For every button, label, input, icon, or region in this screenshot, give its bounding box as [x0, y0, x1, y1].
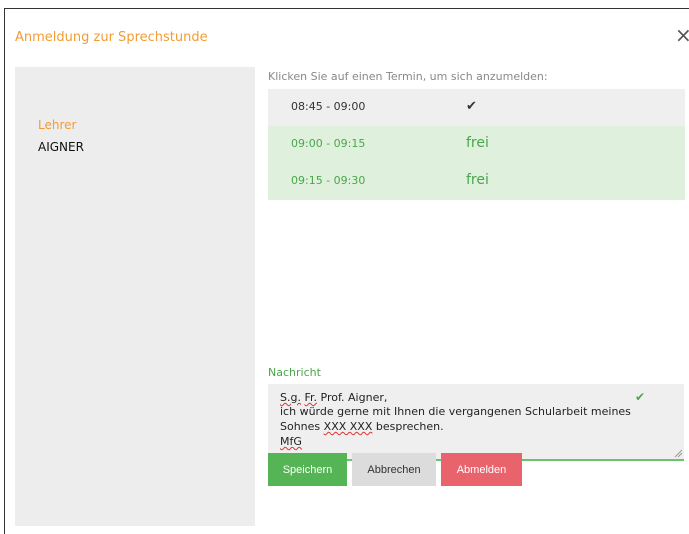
- slot-time: 09:00 - 09:15: [291, 137, 366, 150]
- unregister-button[interactable]: Abmelden: [441, 453, 522, 486]
- message-word: Fr.: [304, 391, 318, 404]
- slot-instruction: Klicken Sie auf einen Termin, um sich an…: [268, 70, 548, 83]
- save-button[interactable]: Speichern: [268, 453, 347, 486]
- message-word: Sohnes: [280, 420, 324, 433]
- message-line: MfG: [280, 435, 302, 448]
- teacher-label: Lehrer: [38, 118, 77, 132]
- message-line: ich würde gerne mit Ihnen die vergangene…: [280, 405, 631, 418]
- slot-free[interactable]: 09:15 - 09:30 frei: [268, 163, 685, 200]
- slot-time: 09:15 - 09:30: [291, 174, 366, 187]
- message-word: besprechen.: [372, 420, 444, 433]
- teacher-name: AIGNER: [38, 140, 84, 154]
- slot-list: 08:45 - 09:00 ✔ 09:00 - 09:15 frei 09:15…: [268, 89, 685, 200]
- close-icon[interactable]: ×: [675, 25, 689, 45]
- slot-status: frei: [466, 172, 489, 188]
- checkmark-icon: ✔: [635, 390, 646, 404]
- slot-status: frei: [466, 135, 489, 151]
- message-word: XXX XXX: [323, 420, 373, 433]
- checkmark-icon: ✔: [466, 99, 477, 114]
- dialog-title: Anmeldung zur Sprechstunde: [15, 30, 208, 45]
- cancel-button[interactable]: Abbrechen: [352, 453, 436, 486]
- message-line: S.g. Fr. Prof. Aigner,: [280, 391, 387, 404]
- message-label: Nachricht: [268, 366, 321, 379]
- message-word: Prof. Aigner,: [320, 391, 388, 404]
- message-textarea[interactable]: S.g. Fr. Prof. Aigner, ich würde gerne m…: [268, 384, 684, 461]
- slot-booked[interactable]: 08:45 - 09:00 ✔: [268, 89, 685, 126]
- slot-time: 08:45 - 09:00: [291, 100, 366, 113]
- resize-handle-icon[interactable]: [674, 449, 683, 458]
- teacher-panel: Lehrer AIGNER: [15, 67, 255, 526]
- message-line: Sohnes XXX XXX besprechen.: [280, 420, 444, 433]
- slot-free[interactable]: 09:00 - 09:15 frei: [268, 126, 685, 163]
- message-word: S.g.: [280, 391, 301, 404]
